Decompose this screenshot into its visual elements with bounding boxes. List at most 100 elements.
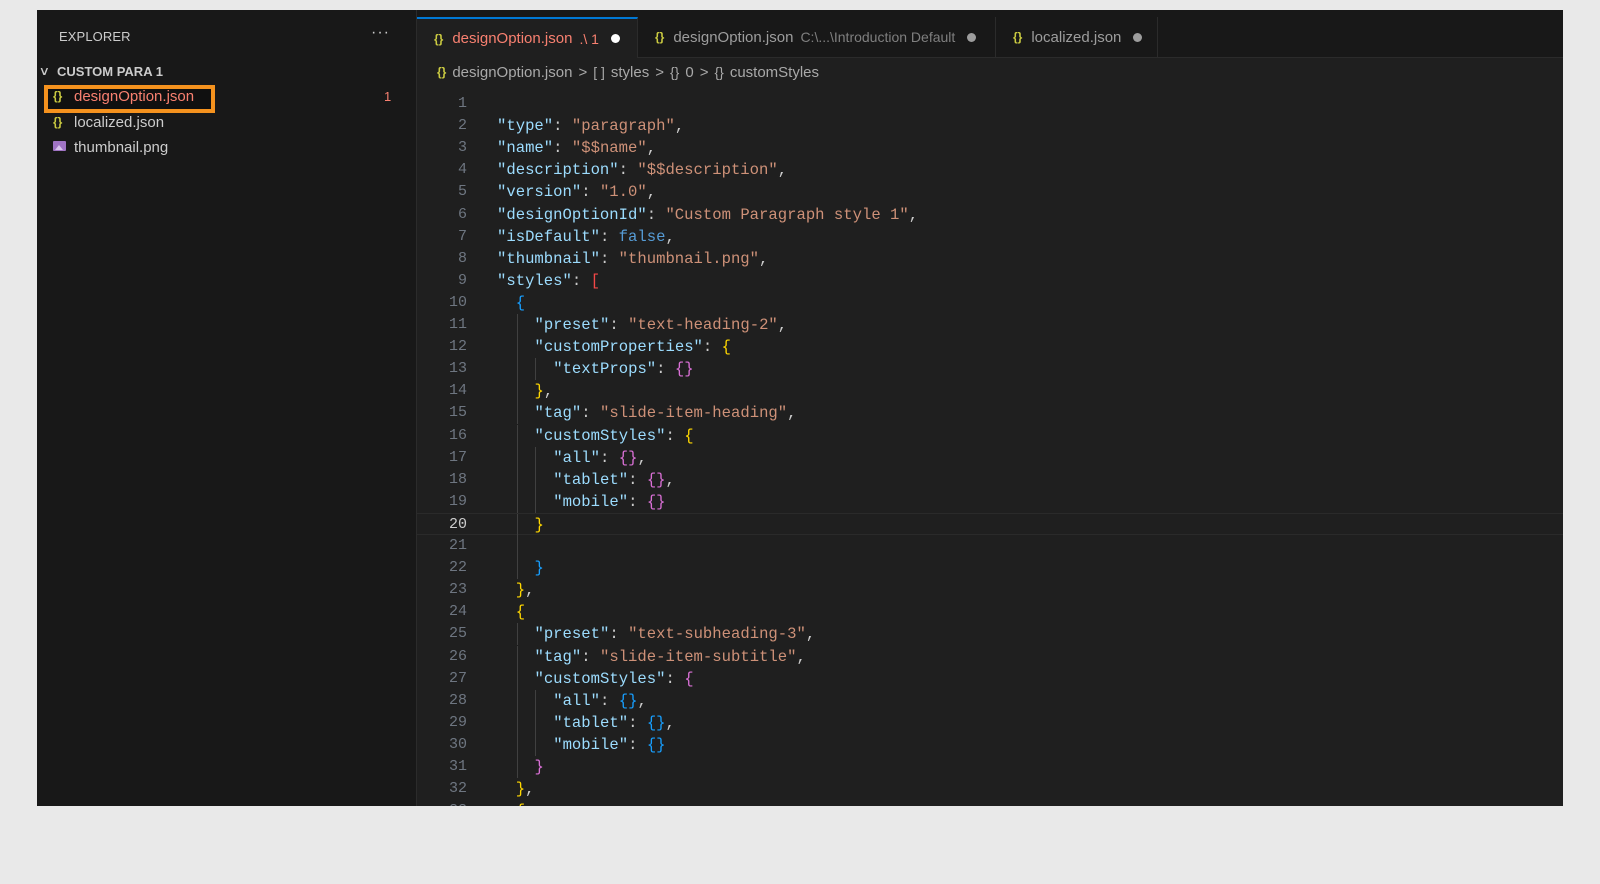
code-line[interactable]: 7 "isDefault": false, [417, 226, 1563, 248]
code-line[interactable]: 33 { [417, 800, 1563, 806]
file-item-localized-json[interactable]: {} localized.json [37, 110, 416, 134]
punctuation: : [600, 691, 619, 710]
bracket: } [534, 559, 544, 578]
code-line[interactable]: 26 "tag": "slide-item-subtitle", [417, 645, 1563, 668]
code-line[interactable]: 16 "customStyles": { [417, 424, 1563, 447]
code-line[interactable]: 13 "textProps": {} [417, 358, 1563, 381]
line-number: 6 [457, 205, 467, 223]
unsaved-dot-icon[interactable] [1133, 32, 1143, 42]
code-line[interactable]: 15 "tag": "slide-item-heading", [417, 402, 1563, 425]
bracket: } [515, 780, 526, 799]
json-key: "name" [497, 139, 554, 158]
indent-guide [516, 689, 518, 712]
line-number: 8 [457, 249, 467, 267]
more-actions-icon[interactable]: ··· [371, 24, 390, 42]
punctuation: : [609, 625, 629, 644]
code-line[interactable]: 12 "customProperties": { [417, 336, 1563, 359]
code-line[interactable]: 17 "all": {}, [417, 446, 1563, 469]
punctuation: : [628, 713, 647, 732]
indent-guide [516, 380, 518, 403]
code-line[interactable]: 9 "styles": [ [417, 270, 1563, 292]
indent-guide [516, 733, 518, 756]
breadcrumb-item-styles[interactable]: styles [611, 64, 649, 81]
code-line[interactable]: 21 [417, 535, 1563, 557]
indent-guide [516, 535, 518, 557]
line-number: 2 [457, 117, 467, 135]
breadcrumb-item-customstyles[interactable]: customStyles [730, 64, 819, 81]
bracket: } [534, 382, 544, 401]
code-line[interactable]: 19 "mobile": {} [417, 490, 1563, 513]
tab-label: localized.json [1031, 28, 1122, 46]
punctuation: , [796, 647, 806, 666]
tab-designoption-json-active[interactable]: {} designOption.json .\ 1 [417, 17, 638, 58]
bracket: {} [646, 492, 666, 511]
code-line[interactable]: 1 [417, 93, 1563, 115]
code-line[interactable]: 28 "all": {}, [417, 689, 1563, 712]
code-line[interactable]: 5 "version": "1.0", [417, 181, 1563, 203]
indent-guide [516, 490, 518, 513]
indent-guide [535, 468, 537, 491]
json-key: "description" [497, 161, 619, 180]
code-line[interactable]: 11 "preset": "text-heading-2", [417, 314, 1563, 336]
chevron-right-icon: > [655, 63, 664, 81]
code-line[interactable]: 4 "description": "$$description", [417, 159, 1563, 181]
punctuation: : [609, 316, 629, 334]
code-line[interactable]: 8 "thumbnail": "thumbnail.png", [417, 248, 1563, 270]
line-number: 26 [448, 647, 467, 665]
code-line[interactable]: 14}, [417, 380, 1563, 403]
explorer-title: EXPLORER [59, 29, 131, 44]
unsaved-dot-icon[interactable] [967, 32, 977, 42]
code-line[interactable]: 31} [417, 756, 1563, 778]
line-number: 3 [457, 139, 467, 157]
breadcrumb-item-file[interactable]: designOption.json [452, 64, 572, 81]
code-line[interactable]: 10 { [417, 292, 1563, 314]
code-text: "type": "paragraph", [497, 115, 684, 137]
json-key: "version" [497, 183, 582, 202]
tab-description: .\ 1 [579, 30, 599, 47]
punctuation: : [628, 492, 647, 511]
code-line[interactable]: 27 "customStyles": { [417, 667, 1563, 690]
code-text: "customStyles": { [534, 668, 693, 690]
code-line[interactable]: 2 "type": "paragraph", [417, 115, 1563, 137]
code-line[interactable]: 20} [417, 512, 1563, 536]
tab-localized-json[interactable]: {} localized.json [996, 17, 1158, 57]
code-line[interactable]: 22} [417, 557, 1563, 580]
punctuation: , [637, 691, 647, 710]
code-line[interactable]: 32}, [417, 778, 1563, 800]
object-icon: {} [714, 64, 724, 80]
json-icon: {} [434, 31, 444, 46]
code-line[interactable]: 29 "tablet": {}, [417, 711, 1563, 734]
file-item-designoption-json[interactable]: {} designOption.json 1 [37, 84, 416, 108]
code-line[interactable]: 3 "name": "$$name", [417, 137, 1563, 159]
json-key: "preset" [534, 625, 610, 644]
punctuation: , [908, 205, 919, 224]
bracket: { [684, 426, 694, 445]
code-line[interactable]: 18 "tablet": {}, [417, 468, 1563, 491]
line-number: 32 [448, 780, 467, 798]
file-item-thumbnail-png[interactable]: thumbnail.png [37, 135, 416, 159]
code-line[interactable]: 25 "preset": "text-subheading-3", [417, 623, 1563, 646]
json-boolean: false [618, 227, 666, 246]
punctuation: , [787, 404, 797, 423]
code-line[interactable]: 30 "mobile": {} [417, 733, 1563, 756]
tab-designoption-json-introduction-default[interactable]: {} designOption.json C:\...\Introduction… [638, 17, 996, 57]
punctuation: : [599, 249, 619, 268]
code-line[interactable]: 6 "designOptionId": "Custom Paragraph sty… [417, 204, 1563, 226]
code-line[interactable]: 24 { [417, 601, 1563, 623]
unsaved-dot-icon[interactable] [610, 34, 620, 43]
punctuation: , [674, 117, 685, 136]
bracket: { [515, 603, 526, 622]
code-text: "mobile": {} [553, 734, 665, 756]
bracket: { [684, 669, 694, 688]
code-editor[interactable]: 1 2 "type": "paragraph", 3 "name": "$$name",… [417, 84, 1563, 806]
punctuation: , [646, 183, 657, 202]
breadcrumb-item-index[interactable]: 0 [685, 64, 693, 81]
json-key: "customProperties" [534, 338, 703, 357]
punctuation: : [553, 117, 572, 136]
json-key: "all" [553, 448, 601, 467]
bracket: { [721, 338, 731, 357]
folder-custom-para-1[interactable]: ∨ CUSTOM PARA 1 [39, 61, 163, 81]
code-line[interactable]: 23}, [417, 579, 1563, 601]
code-text: "mobile": {} [553, 491, 665, 513]
line-number: 12 [448, 338, 467, 356]
